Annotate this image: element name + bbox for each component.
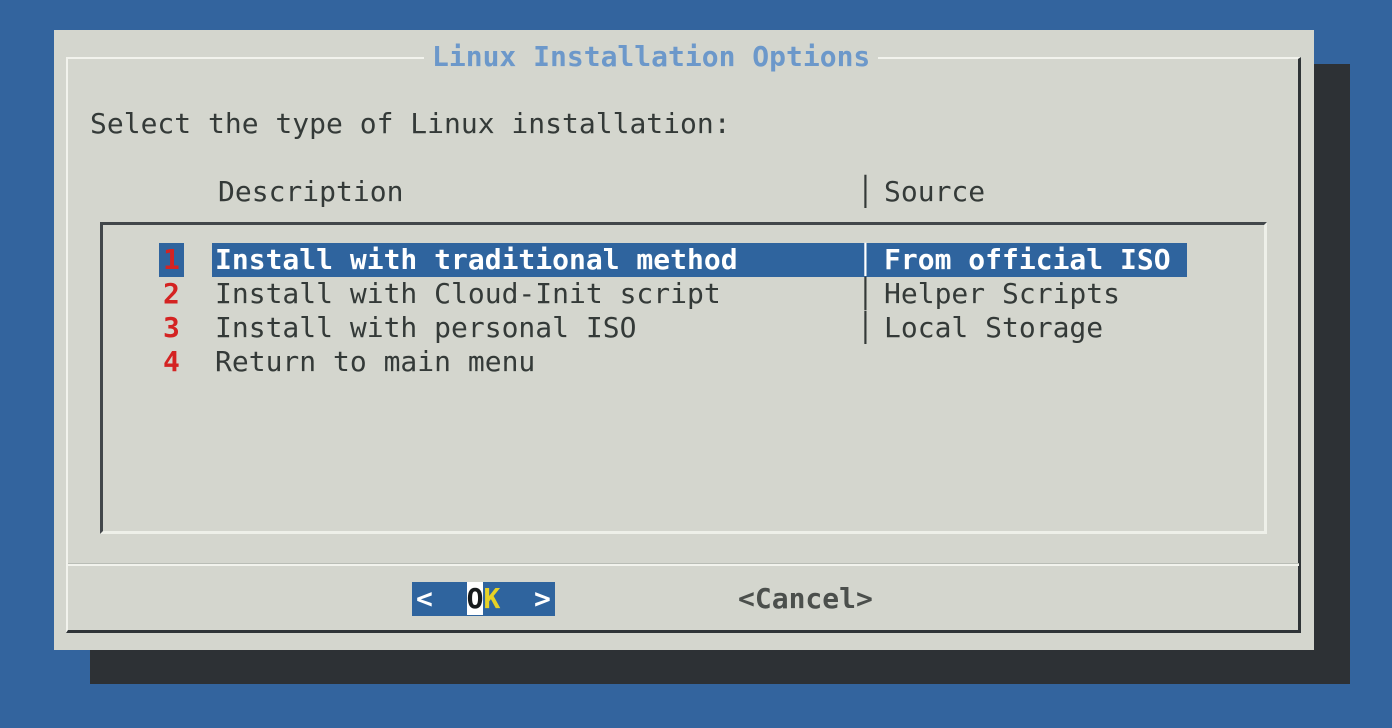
- button-row: < OK > <Cancel>: [54, 582, 1314, 616]
- dialog-title: Linux Installation Options: [424, 40, 878, 74]
- menu-item-description: Install with Cloud-Init script: [215, 277, 721, 311]
- column-separator-icon: │: [857, 175, 874, 209]
- menu-item-4[interactable]: 4 Return to main menu: [103, 345, 1264, 379]
- menu-item-2[interactable]: 2 Install with Cloud-Init script │ Helpe…: [103, 277, 1264, 311]
- menu-item-description: Install with traditional method: [215, 243, 738, 277]
- prompt-text: Select the type of Linux installation:: [90, 107, 731, 141]
- menu-item-body: Install with Cloud-Init script │ Helper …: [212, 277, 1187, 311]
- ok-button-hotkey-char: K: [483, 582, 500, 615]
- menu-item-tag: 1: [159, 243, 184, 277]
- column-header-source: Source: [884, 175, 985, 209]
- menu-item-source: Local Storage: [884, 311, 1103, 345]
- column-separator-icon: │: [857, 311, 874, 345]
- ok-button-cursor-char: O: [467, 582, 484, 615]
- menu-listbox[interactable]: 1 Install with traditional method │ From…: [100, 222, 1267, 534]
- column-separator-icon: │: [857, 243, 874, 277]
- button-area-separator: [68, 563, 1299, 566]
- menu-item-1[interactable]: 1 Install with traditional method │ From…: [103, 243, 1264, 277]
- menu-item-description: Return to main menu: [215, 345, 535, 379]
- column-separator-icon: │: [857, 277, 874, 311]
- linux-installation-options-dialog: Linux Installation Options Select the ty…: [54, 30, 1314, 650]
- menu-item-body: Install with traditional method │ From o…: [212, 243, 1187, 277]
- column-header-description: Description: [218, 175, 403, 209]
- menu-item-tag: 2: [159, 277, 184, 311]
- menu-item-3[interactable]: 3 Install with personal ISO │ Local Stor…: [103, 311, 1264, 345]
- ok-button-post: >: [500, 582, 551, 615]
- ok-button-pre: <: [416, 582, 467, 615]
- menu-item-tag: 4: [159, 345, 184, 379]
- column-header-row: Description │ Source: [54, 175, 1314, 209]
- menu-item-description: Install with personal ISO: [215, 311, 636, 345]
- menu-item-source: From official ISO: [884, 243, 1171, 277]
- menu-item-body: Return to main menu: [212, 345, 1187, 379]
- ok-button[interactable]: < OK >: [412, 582, 555, 616]
- menu-item-body: Install with personal ISO │ Local Storag…: [212, 311, 1187, 345]
- cancel-button[interactable]: <Cancel>: [738, 582, 873, 616]
- menu-item-tag: 3: [159, 311, 184, 345]
- menu-item-source: Helper Scripts: [884, 277, 1120, 311]
